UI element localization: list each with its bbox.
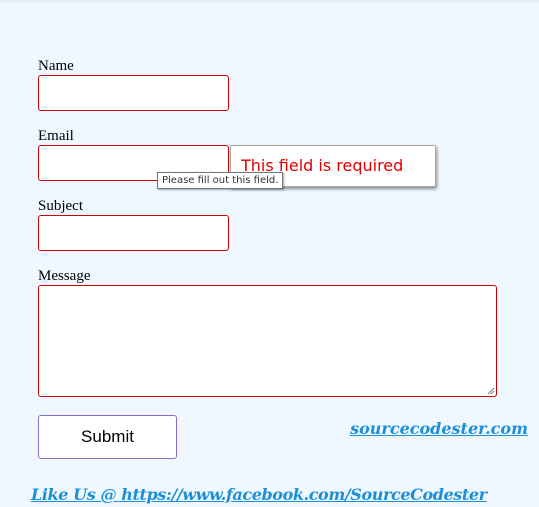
subject-label: Subject bbox=[38, 198, 83, 214]
name-label: Name bbox=[38, 58, 74, 74]
submit-button[interactable]: Submit bbox=[38, 415, 177, 459]
message-label: Message bbox=[38, 268, 91, 284]
email-label: Email bbox=[38, 128, 74, 144]
resize-grip-icon[interactable] bbox=[487, 387, 495, 395]
facebook-link[interactable]: Like Us @ https://www.facebook.com/Sourc… bbox=[31, 485, 531, 504]
sourcecodester-link[interactable]: sourcecodester.com bbox=[350, 419, 528, 438]
top-strip bbox=[0, 0, 539, 3]
validation-tooltip: Please fill out this field. bbox=[157, 172, 284, 189]
subject-input[interactable] bbox=[38, 215, 229, 251]
message-textarea[interactable] bbox=[38, 285, 497, 397]
name-input[interactable] bbox=[38, 75, 229, 111]
